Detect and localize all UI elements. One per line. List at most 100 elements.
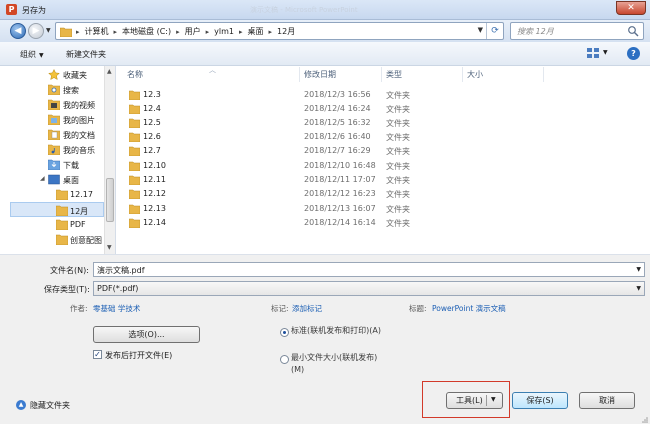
options-button[interactable]: 选项(O)...	[93, 326, 200, 343]
hide-folders-button[interactable]: 隐藏文件夹	[30, 400, 70, 411]
open-after-publish-label[interactable]: 发布后打开文件(E)	[105, 350, 172, 361]
column-header-type[interactable]: 类型	[386, 69, 402, 80]
tags-value[interactable]: 添加标记	[292, 303, 322, 314]
breadcrumb-local-disk[interactable]: 本地磁盘 (C:)	[122, 26, 171, 37]
new-folder-button[interactable]: 新建文件夹	[66, 49, 106, 60]
file-row[interactable]: 12.3 2018/12/3 16:56 文件夹	[117, 88, 650, 102]
nav-item-creative-images[interactable]: 创意配图	[0, 232, 104, 247]
nav-item-12-month[interactable]: 12月	[10, 202, 104, 217]
breadcrumb-computer[interactable]: 计算机	[85, 26, 109, 37]
file-row[interactable]: 12.6 2018/12/6 16:40 文件夹	[117, 130, 650, 144]
breadcrumb-users[interactable]: 用户	[185, 26, 201, 37]
tags-label: 标记:	[271, 304, 289, 313]
resize-grip-icon[interactable]	[640, 415, 648, 423]
address-dropdown-icon[interactable]: ▼	[478, 26, 483, 34]
refresh-icon[interactable]: ⟳	[486, 23, 503, 39]
chevron-right-icon[interactable]: ▸	[239, 28, 243, 36]
file-row[interactable]: 12.14 2018/12/14 16:14 文件夹	[117, 216, 650, 230]
file-name: 12.4	[143, 104, 161, 113]
close-button[interactable]: ✕	[616, 1, 646, 15]
filetype-select[interactable]: PDF(*.pdf) ▼	[93, 281, 645, 296]
search-box[interactable]: 搜索 12月	[510, 22, 644, 40]
open-after-publish-checkbox[interactable]: ✓	[93, 350, 102, 359]
nav-item-pdf[interactable]: PDF	[0, 217, 104, 232]
back-button[interactable]: ◀	[10, 23, 26, 39]
chevron-up-icon[interactable]: ▲	[16, 400, 26, 410]
chevron-right-icon[interactable]: ▸	[76, 28, 80, 36]
forward-button[interactable]: ▶	[28, 23, 44, 39]
file-row[interactable]: 12.13 2018/12/13 16:07 文件夹	[117, 202, 650, 216]
chevron-down-icon[interactable]: ▼	[636, 266, 641, 273]
scroll-down-icon[interactable]: ▼	[107, 244, 112, 251]
column-divider[interactable]	[543, 67, 544, 82]
filename-input[interactable]: 演示文稿.pdf ▼	[93, 262, 645, 277]
optimize-standard-label[interactable]: 标准(联机发布和打印)(A)	[291, 325, 383, 337]
tools-button[interactable]: 工具(L) ▼	[446, 392, 503, 409]
nav-item-12-17[interactable]: 12.17	[0, 187, 104, 202]
column-header-date[interactable]: 修改日期	[304, 69, 336, 80]
chevron-right-icon[interactable]: ▸	[206, 28, 210, 36]
nav-item-downloads[interactable]: 下载	[0, 157, 104, 172]
optimize-minimum-label[interactable]: 最小文件大小(联机发布)(M)	[291, 352, 379, 376]
chevron-down-icon[interactable]: ▼	[491, 396, 496, 403]
chevron-right-icon[interactable]: ▸	[269, 28, 273, 36]
save-button[interactable]: 保存(S)	[512, 392, 568, 409]
file-date: 2018/12/7 16:29	[304, 146, 371, 155]
organize-button[interactable]: 组织 ▼	[20, 49, 44, 60]
chevron-down-icon[interactable]: ◢	[40, 175, 45, 182]
file-row[interactable]: 12.10 2018/12/10 16:48 文件夹	[117, 159, 650, 173]
breadcrumb-user[interactable]: ylm1	[214, 27, 234, 36]
column-divider[interactable]	[381, 67, 382, 82]
help-icon[interactable]: ?	[627, 47, 640, 60]
chevron-down-icon[interactable]: ▼	[636, 285, 641, 292]
nav-item-label: 收藏夹	[63, 71, 87, 80]
optimize-standard-radio[interactable]	[280, 328, 289, 337]
nav-scrollbar[interactable]: ▲ ▼	[104, 66, 115, 254]
chevron-right-icon[interactable]: ▸	[114, 28, 118, 36]
folder-icon	[129, 204, 140, 214]
file-list: ︿ 名称 修改日期 类型 大小 12.3 2018/12/3 16:56 文件夹…	[117, 66, 650, 254]
file-row[interactable]: 12.5 2018/12/5 16:32 文件夹	[117, 116, 650, 130]
column-divider[interactable]	[462, 67, 463, 82]
file-row[interactable]: 12.12 2018/12/12 16:23 文件夹	[117, 187, 650, 201]
address-row: ◀ ▶ ▼ ▸ 计算机 ▸ 本地磁盘 (C:) ▸ 用户 ▸ ylm1 ▸ 桌面…	[0, 20, 650, 42]
cancel-button[interactable]: 取消	[579, 392, 635, 409]
search-placeholder[interactable]: 搜索 12月	[517, 26, 554, 37]
breadcrumb-desktop[interactable]: 桌面	[248, 26, 264, 37]
file-row[interactable]: 12.7 2018/12/7 16:29 文件夹	[117, 144, 650, 158]
nav-item-favorites[interactable]: 收藏夹	[0, 67, 104, 82]
filename-value[interactable]: 演示文稿.pdf	[97, 265, 145, 276]
chevron-right-icon[interactable]: ▸	[176, 28, 180, 36]
breadcrumb-current[interactable]: 12月	[277, 26, 295, 37]
address-bar[interactable]: ▸ 计算机 ▸ 本地磁盘 (C:) ▸ 用户 ▸ ylm1 ▸ 桌面 ▸ 12月…	[55, 22, 504, 40]
file-type: 文件夹	[386, 205, 410, 214]
file-row[interactable]: 12.11 2018/12/11 17:07 文件夹	[117, 173, 650, 187]
search-icon[interactable]	[627, 25, 639, 37]
title-label: 标题:	[409, 304, 427, 313]
nav-item-documents[interactable]: 我的文档	[0, 127, 104, 142]
filetype-value[interactable]: PDF(*.pdf)	[97, 284, 138, 293]
nav-item-pictures[interactable]: 我的图片	[0, 112, 104, 127]
scrollbar-thumb[interactable]	[106, 178, 114, 222]
nav-item-music[interactable]: 我的音乐	[0, 142, 104, 157]
title-value[interactable]: PowerPoint 演示文稿	[432, 303, 506, 314]
nav-item-desktop[interactable]: ◢ 桌面	[0, 172, 104, 187]
nav-item-label: 搜索	[63, 86, 79, 95]
column-divider[interactable]	[299, 67, 300, 82]
view-options-icon[interactable]	[586, 47, 600, 59]
video-folder-icon	[48, 99, 60, 110]
scroll-up-icon[interactable]: ▲	[107, 68, 112, 75]
nav-item-videos[interactable]: 我的视频	[0, 97, 104, 112]
filename-label: 文件名(N):	[50, 266, 89, 275]
sort-ascending-icon: ︿	[209, 66, 216, 74]
optimize-minimum-radio[interactable]	[280, 355, 289, 364]
nav-item-search[interactable]: 搜索	[0, 82, 104, 97]
file-row[interactable]: 12.4 2018/12/4 16:24 文件夹	[117, 102, 650, 116]
authors-value[interactable]: 零基础 学技术	[93, 303, 140, 314]
folder-icon	[129, 175, 140, 185]
recent-locations-dropdown-icon[interactable]: ▼	[46, 27, 51, 34]
view-dropdown-icon[interactable]: ▼	[603, 49, 608, 56]
file-type: 文件夹	[386, 176, 410, 185]
column-header-name[interactable]: 名称	[127, 69, 143, 80]
column-header-size[interactable]: 大小	[467, 69, 483, 80]
